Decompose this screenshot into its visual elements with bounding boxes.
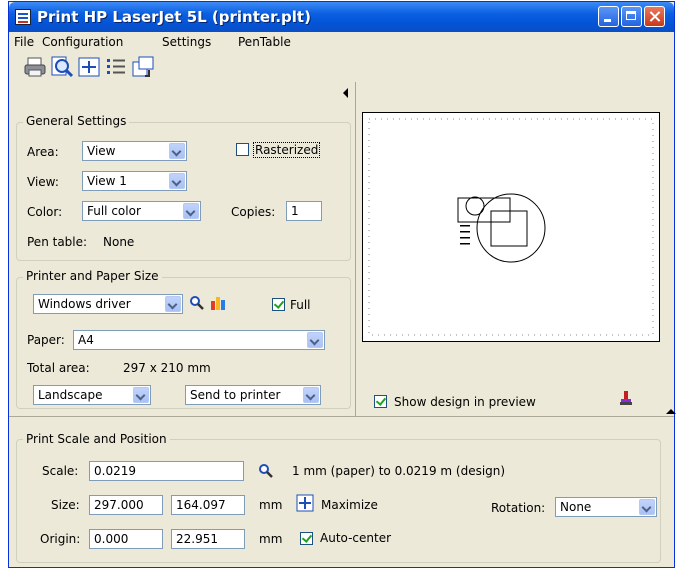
- scale-value: 0.0219: [94, 464, 136, 478]
- copies-input[interactable]: 1: [286, 201, 322, 221]
- fit-icon[interactable]: [77, 55, 101, 79]
- origin-y-input[interactable]: 22.951: [171, 529, 245, 549]
- paper-select[interactable]: A4: [73, 330, 325, 350]
- chevron-down-icon: [639, 499, 655, 515]
- orientation-select[interactable]: Landscape: [33, 385, 151, 405]
- area-select[interactable]: View: [82, 141, 187, 161]
- chevron-down-icon: [169, 143, 185, 159]
- paper-label: Paper:: [27, 333, 65, 347]
- list-icon[interactable]: [104, 55, 128, 79]
- rotation-select[interactable]: None: [555, 497, 657, 517]
- origin-x-value: 0.000: [94, 532, 129, 546]
- chevron-down-icon: [303, 387, 319, 403]
- size-label: Size:: [51, 498, 80, 512]
- print-preview: [362, 112, 660, 342]
- area-value: View: [87, 144, 116, 158]
- size-width-value: 297.000: [94, 498, 144, 512]
- scale-magnifier-icon[interactable]: [258, 463, 274, 479]
- printer-properties-icon[interactable]: [210, 295, 226, 311]
- preview-drawing: [368, 118, 654, 336]
- rasterized-checkbox[interactable]: [236, 143, 249, 156]
- toolbar: [9, 52, 369, 82]
- general-settings-title: General Settings: [23, 114, 130, 128]
- scale-description: 1 mm (paper) to 0.0219 m (design): [292, 464, 506, 478]
- size-height-input[interactable]: 164.097: [171, 495, 245, 515]
- copies-label: Copies:: [231, 205, 276, 219]
- print-dialog: Print HP LaserJet 5L (printer.plt) File …: [8, 1, 676, 568]
- size-unit: mm: [259, 498, 283, 512]
- send-to-value: Send to printer: [190, 388, 281, 402]
- pane-divider[interactable]: [355, 82, 356, 416]
- auto-center-label: Auto-center: [320, 531, 392, 545]
- menu-file[interactable]: File: [14, 35, 34, 49]
- origin-unit: mm: [259, 532, 283, 546]
- rotation-value: None: [560, 500, 592, 514]
- color-label: Color:: [27, 205, 63, 219]
- printer-icon[interactable]: [23, 55, 47, 79]
- color-value: Full color: [87, 204, 141, 218]
- printer-paper-title: Printer and Paper Size: [23, 269, 162, 283]
- size-height-value: 164.097: [176, 498, 226, 512]
- send-to-select[interactable]: Send to printer: [185, 385, 321, 405]
- driver-value: Windows driver: [38, 297, 131, 311]
- chevron-down-icon: [133, 387, 149, 403]
- area-label: Area:: [27, 145, 59, 159]
- color-select[interactable]: Full color: [82, 201, 201, 221]
- copies-value: 1: [291, 204, 299, 218]
- pentable-label: Pen table:: [27, 235, 88, 249]
- menu-configuration[interactable]: Configuration: [42, 35, 123, 49]
- view-value: View 1: [87, 174, 127, 188]
- maximize-button[interactable]: [621, 6, 642, 27]
- maximize-label[interactable]: Maximize: [321, 498, 378, 512]
- preview-magnifier-icon[interactable]: [50, 55, 74, 79]
- auto-center-checkbox[interactable]: [300, 532, 313, 545]
- close-button[interactable]: [644, 6, 665, 27]
- collapse-up-arrow-icon[interactable]: [666, 409, 676, 414]
- view-label: View:: [27, 175, 59, 189]
- rasterized-label[interactable]: Rasterized: [253, 142, 321, 158]
- driver-select[interactable]: Windows driver: [33, 294, 183, 314]
- menu-pentable[interactable]: PenTable: [238, 35, 291, 49]
- total-area-value: 297 x 210 mm: [123, 361, 211, 375]
- orientation-value: Landscape: [38, 388, 103, 402]
- menu-settings[interactable]: Settings: [162, 35, 211, 49]
- chevron-down-icon: [165, 296, 181, 312]
- total-area-label: Total area:: [27, 361, 90, 375]
- chevron-down-icon: [307, 332, 323, 348]
- full-checkbox[interactable]: [272, 298, 285, 311]
- scale-input[interactable]: 0.0219: [89, 461, 244, 481]
- scale-label: Scale:: [42, 464, 79, 478]
- window-title: Print HP LaserJet 5L (printer.plt): [37, 8, 311, 26]
- collapse-left-arrow-icon[interactable]: [343, 88, 348, 98]
- show-design-label: Show design in preview: [394, 395, 536, 409]
- rotation-label: Rotation:: [491, 501, 546, 515]
- pentable-value: None: [103, 235, 135, 249]
- origin-x-input[interactable]: 0.000: [89, 529, 163, 549]
- maximize-icon[interactable]: [296, 494, 314, 512]
- origin-label: Origin:: [40, 532, 81, 546]
- full-label: Full: [290, 298, 311, 312]
- chevron-down-icon: [169, 173, 185, 189]
- app-icon: [15, 9, 31, 25]
- show-design-checkbox[interactable]: [374, 395, 387, 408]
- chevron-down-icon: [183, 203, 199, 219]
- brush-icon[interactable]: [618, 390, 634, 406]
- menu-bar: File Configuration Settings PenTable: [9, 32, 674, 52]
- scale-position-title: Print Scale and Position: [23, 432, 170, 446]
- magnifier-icon[interactable]: [189, 295, 205, 311]
- page-setup-icon[interactable]: [131, 55, 155, 79]
- size-width-input[interactable]: 297.000: [89, 495, 163, 515]
- minimize-button[interactable]: [598, 6, 619, 27]
- paper-value: A4: [78, 333, 94, 347]
- title-bar[interactable]: Print HP LaserJet 5L (printer.plt): [9, 2, 674, 32]
- section-divider: [9, 416, 674, 417]
- origin-y-value: 22.951: [176, 532, 218, 546]
- view-select[interactable]: View 1: [82, 171, 187, 191]
